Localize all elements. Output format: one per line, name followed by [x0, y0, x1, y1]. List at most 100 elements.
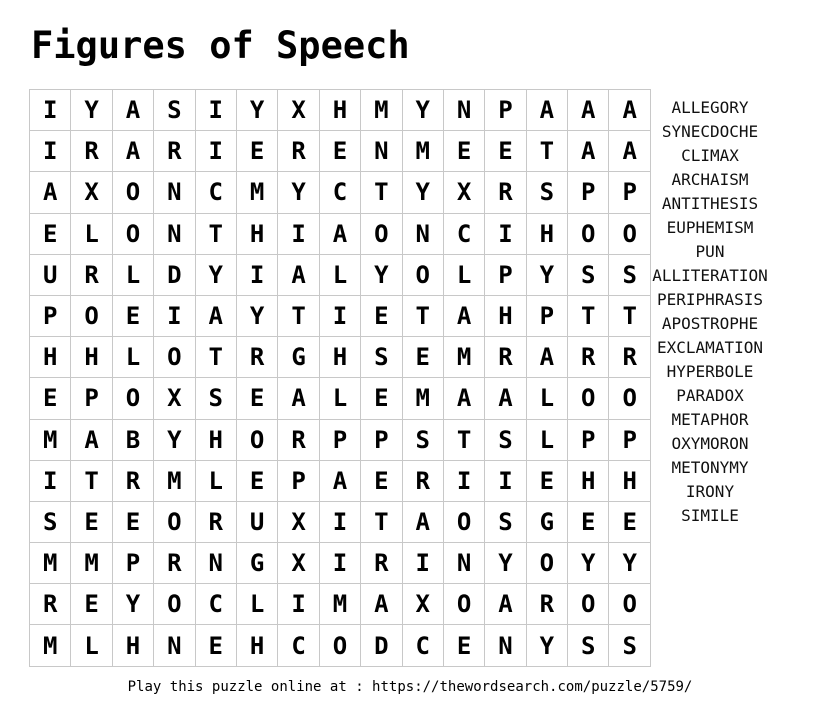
grid-cell[interactable]: C — [401, 624, 444, 667]
grid-cell[interactable]: P — [70, 377, 113, 420]
grid-cell[interactable]: L — [318, 253, 362, 296]
grid-cell[interactable]: C — [277, 624, 320, 667]
grid-cell[interactable]: E — [360, 459, 403, 502]
grid-cell[interactable]: I — [28, 459, 72, 502]
grid-cell[interactable]: O — [318, 624, 362, 667]
grid-cell[interactable]: O — [525, 542, 569, 585]
grid-cell[interactable]: P — [567, 418, 610, 461]
grid-cell[interactable]: E — [442, 624, 486, 667]
grid-cell[interactable]: A — [28, 171, 72, 214]
grid-cell[interactable]: M — [28, 624, 72, 667]
grid-cell[interactable]: G — [235, 542, 279, 585]
grid-cell[interactable]: A — [567, 88, 610, 132]
grid-cell[interactable]: E — [28, 212, 72, 255]
grid-cell[interactable]: I — [277, 212, 320, 255]
grid-cell[interactable]: A — [111, 88, 155, 132]
grid-cell[interactable]: R — [153, 130, 196, 173]
grid-cell[interactable]: A — [318, 212, 362, 255]
grid-cell[interactable]: E — [111, 294, 155, 338]
grid-cell[interactable]: O — [111, 377, 155, 420]
grid-cell[interactable]: E — [235, 377, 279, 420]
grid-cell[interactable]: H — [567, 459, 610, 502]
grid-cell[interactable]: Y — [567, 542, 610, 585]
grid-cell[interactable]: A — [442, 294, 486, 338]
grid-cell[interactable]: S — [567, 253, 610, 296]
grid-cell[interactable]: O — [442, 583, 486, 626]
grid-cell[interactable]: E — [235, 130, 279, 173]
grid-cell[interactable]: P — [567, 171, 610, 214]
grid-cell[interactable]: I — [194, 88, 237, 132]
grid-cell[interactable]: Y — [70, 88, 113, 132]
grid-cell[interactable]: S — [28, 500, 72, 544]
grid-cell[interactable]: A — [484, 377, 527, 420]
grid-cell[interactable]: E — [28, 377, 72, 420]
grid-cell[interactable]: L — [70, 624, 113, 667]
grid-cell[interactable]: Y — [235, 88, 279, 132]
grid-cell[interactable]: O — [153, 336, 196, 379]
grid-cell[interactable]: A — [277, 253, 320, 296]
grid-cell[interactable]: O — [111, 212, 155, 255]
grid-cell[interactable]: T — [525, 130, 569, 173]
grid-cell[interactable]: Y — [484, 542, 527, 585]
grid-cell[interactable]: H — [194, 418, 237, 461]
grid-cell[interactable]: P — [484, 88, 527, 132]
grid-cell[interactable]: T — [194, 336, 237, 379]
grid-cell[interactable]: O — [567, 583, 610, 626]
grid-cell[interactable]: P — [360, 418, 403, 461]
grid-cell[interactable]: S — [360, 336, 403, 379]
grid-cell[interactable]: E — [70, 500, 113, 544]
grid-cell[interactable]: N — [360, 130, 403, 173]
grid-cell[interactable]: T — [401, 294, 444, 338]
grid-cell[interactable]: L — [525, 418, 569, 461]
grid-cell[interactable]: E — [360, 377, 403, 420]
grid-cell[interactable]: M — [360, 88, 403, 132]
grid-cell[interactable]: L — [525, 377, 569, 420]
grid-cell[interactable]: R — [567, 336, 610, 379]
grid-cell[interactable]: P — [111, 542, 155, 585]
grid-cell[interactable]: I — [277, 583, 320, 626]
grid-cell[interactable]: O — [235, 418, 279, 461]
grid-cell[interactable]: O — [111, 171, 155, 214]
grid-cell[interactable]: M — [401, 130, 444, 173]
grid-cell[interactable]: X — [277, 542, 320, 585]
grid-cell[interactable]: L — [235, 583, 279, 626]
grid-cell[interactable]: G — [525, 500, 569, 544]
grid-cell[interactable]: S — [484, 500, 527, 544]
grid-cell[interactable]: E — [567, 500, 610, 544]
grid-cell[interactable]: H — [28, 336, 72, 379]
grid-cell[interactable]: I — [318, 500, 362, 544]
grid-cell[interactable]: A — [567, 130, 610, 173]
grid-cell[interactable]: I — [484, 459, 527, 502]
grid-cell[interactable]: P — [277, 459, 320, 502]
grid-cell[interactable]: E — [442, 130, 486, 173]
grid-cell[interactable]: I — [318, 542, 362, 585]
grid-cell[interactable]: I — [28, 88, 72, 132]
grid-cell[interactable]: L — [318, 377, 362, 420]
grid-cell[interactable]: A — [525, 336, 569, 379]
grid-cell[interactable]: I — [484, 212, 527, 255]
grid-cell[interactable]: T — [277, 294, 320, 338]
grid-cell[interactable]: X — [442, 171, 486, 214]
grid-cell[interactable]: D — [153, 253, 196, 296]
grid-cell[interactable]: A — [442, 377, 486, 420]
grid-cell[interactable]: H — [111, 624, 155, 667]
grid-cell[interactable]: L — [111, 336, 155, 379]
grid-cell[interactable]: E — [484, 130, 527, 173]
grid-cell[interactable]: R — [401, 459, 444, 502]
grid-cell[interactable]: E — [235, 459, 279, 502]
grid-cell[interactable]: R — [484, 171, 527, 214]
grid-cell[interactable]: X — [277, 88, 320, 132]
grid-cell[interactable]: T — [567, 294, 610, 338]
grid-cell[interactable]: R — [28, 583, 72, 626]
grid-cell[interactable]: N — [153, 624, 196, 667]
grid-cell[interactable]: R — [360, 542, 403, 585]
grid-cell[interactable]: H — [484, 294, 527, 338]
grid-cell[interactable]: Y — [235, 294, 279, 338]
grid-cell[interactable]: C — [318, 171, 362, 214]
grid-cell[interactable]: E — [525, 459, 569, 502]
grid-cell[interactable]: S — [194, 377, 237, 420]
grid-cell[interactable]: M — [318, 583, 362, 626]
grid-cell[interactable]: N — [401, 212, 444, 255]
grid-cell[interactable]: N — [194, 542, 237, 585]
grid-cell[interactable]: A — [111, 130, 155, 173]
